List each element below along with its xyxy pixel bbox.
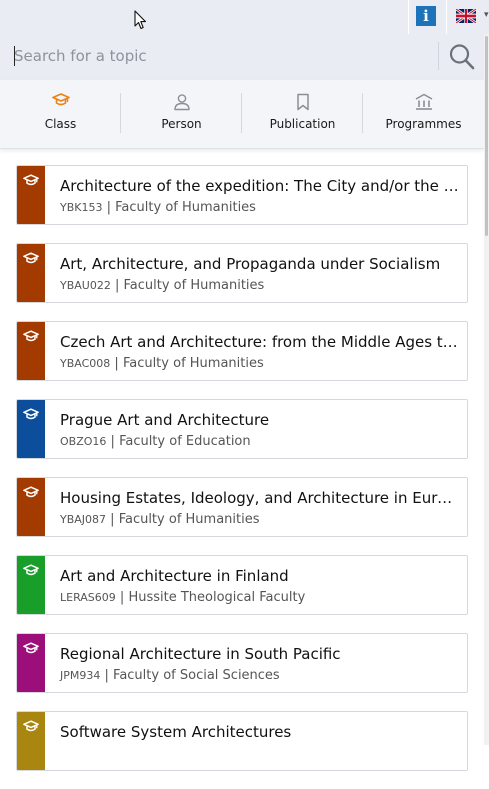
result-card[interactable]: Architecture of the expedition: The City…: [16, 165, 468, 225]
graduation-cap-icon: [23, 252, 39, 264]
category-strip: [17, 712, 45, 770]
course-code: YBAJ087: [60, 513, 107, 526]
result-title[interactable]: Architecture of the expedition: The City…: [60, 177, 460, 195]
category-tabs: Class Person Publication Programmes: [0, 80, 484, 149]
result-card[interactable]: Regional Architecture in South Pacific JP…: [16, 633, 468, 693]
result-title[interactable]: Art and Architecture in Finland: [60, 567, 460, 585]
graduation-cap-icon: [23, 642, 39, 654]
faculty-name: Faculty of Humanities: [123, 278, 265, 293]
result-title[interactable]: Regional Architecture in South Pacific: [60, 645, 460, 663]
search-input[interactable]: [8, 40, 436, 72]
result-card[interactable]: Housing Estates, Ideology, and Architect…: [16, 477, 468, 537]
course-code: YBK153: [60, 201, 103, 214]
result-meta: LERAS609 | Hussite Theological Faculty: [60, 590, 305, 605]
language-dropdown-icon[interactable]: ▾: [484, 10, 489, 20]
faculty-name: Faculty of Social Sciences: [113, 668, 280, 683]
result-meta: JPM934 | Faculty of Social Sciences: [60, 668, 280, 683]
result-card[interactable]: Czech Art and Architecture: from the Mid…: [16, 321, 468, 381]
mouse-pointer-icon: [134, 10, 147, 30]
faculty-name: Hussite Theological Faculty: [128, 590, 306, 605]
tab-person[interactable]: Person: [121, 80, 242, 148]
result-meta: YBK153 | Faculty of Humanities: [60, 200, 256, 215]
tab-programmes[interactable]: Programmes: [363, 80, 484, 148]
result-title[interactable]: Czech Art and Architecture: from the Mid…: [60, 333, 460, 351]
tab-label: Class: [44, 117, 77, 131]
results-list: Architecture of the expedition: The City…: [16, 165, 468, 789]
category-strip: [17, 400, 45, 458]
graduation-cap-icon: [23, 720, 39, 732]
tab-label: Programmes: [385, 117, 462, 131]
tab-publication[interactable]: Publication: [242, 80, 363, 148]
category-strip: [17, 634, 45, 692]
scrollbar-thumb[interactable]: [485, 36, 488, 236]
result-meta: YBAJ087 | Faculty of Humanities: [60, 512, 260, 527]
info-button[interactable]: i: [416, 6, 436, 26]
tab-class[interactable]: Class: [0, 80, 121, 148]
course-code: JPM934: [60, 669, 101, 682]
bookmark-icon: [296, 93, 309, 111]
meta-separator: |: [106, 434, 120, 449]
result-title[interactable]: Prague Art and Architecture: [60, 411, 460, 429]
meta-separator: |: [106, 512, 119, 527]
faculty-name: Faculty of Humanities: [122, 356, 264, 371]
result-meta: OBZO16 | Faculty of Education: [60, 434, 251, 449]
top-bar: i ▾: [0, 0, 489, 34]
meta-separator: |: [110, 356, 123, 371]
search-bar: [0, 34, 484, 80]
meta-separator: |: [110, 278, 124, 293]
tab-label: Person: [161, 117, 202, 131]
category-strip: [17, 556, 45, 614]
result-title[interactable]: Art, Architecture, and Propaganda under …: [60, 255, 460, 273]
result-title[interactable]: Housing Estates, Ideology, and Architect…: [60, 489, 460, 507]
text-cursor: [14, 46, 15, 66]
uk-flag-icon[interactable]: [456, 9, 476, 23]
faculty-name: Faculty of Humanities: [115, 200, 256, 215]
graduation-cap-icon: [23, 408, 39, 420]
top-bar-divider: [446, 0, 447, 34]
faculty-name: Faculty of Humanities: [118, 512, 260, 527]
result-title[interactable]: Software System Architectures: [60, 723, 460, 741]
institution-icon: [415, 93, 432, 110]
person-icon: [173, 94, 190, 111]
result-meta: YBAC008 | Faculty of Humanities: [60, 356, 264, 371]
course-code: LERAS609: [60, 591, 116, 604]
result-card[interactable]: Software System Architectures: [16, 711, 468, 771]
result-card[interactable]: Prague Art and Architecture OBZO16 | Facu…: [16, 399, 468, 459]
course-code: YBAU022: [60, 279, 111, 292]
meta-separator: |: [115, 590, 129, 605]
category-strip: [17, 166, 45, 224]
graduation-cap-icon: [23, 486, 39, 498]
search-icon[interactable]: [448, 41, 476, 71]
result-card[interactable]: Art and Architecture in Finland LERAS609 …: [16, 555, 468, 615]
category-strip: [17, 322, 45, 380]
course-code: OBZO16: [60, 435, 107, 448]
meta-separator: |: [100, 668, 114, 683]
category-strip: [17, 244, 45, 302]
top-bar-divider: [408, 0, 409, 34]
graduation-cap-icon: [23, 174, 39, 186]
graduation-cap-icon: [23, 564, 39, 576]
search-divider: [438, 42, 439, 70]
result-meta: YBAU022 | Faculty of Humanities: [60, 278, 264, 293]
category-strip: [17, 478, 45, 536]
faculty-name: Faculty of Education: [119, 434, 251, 449]
graduation-cap-icon: [23, 330, 39, 342]
meta-separator: |: [102, 200, 116, 215]
graduation-cap-icon: [51, 93, 70, 106]
course-code: YBAC008: [60, 357, 111, 370]
tab-label: Publication: [269, 117, 336, 131]
result-card[interactable]: Art, Architecture, and Propaganda under …: [16, 243, 468, 303]
